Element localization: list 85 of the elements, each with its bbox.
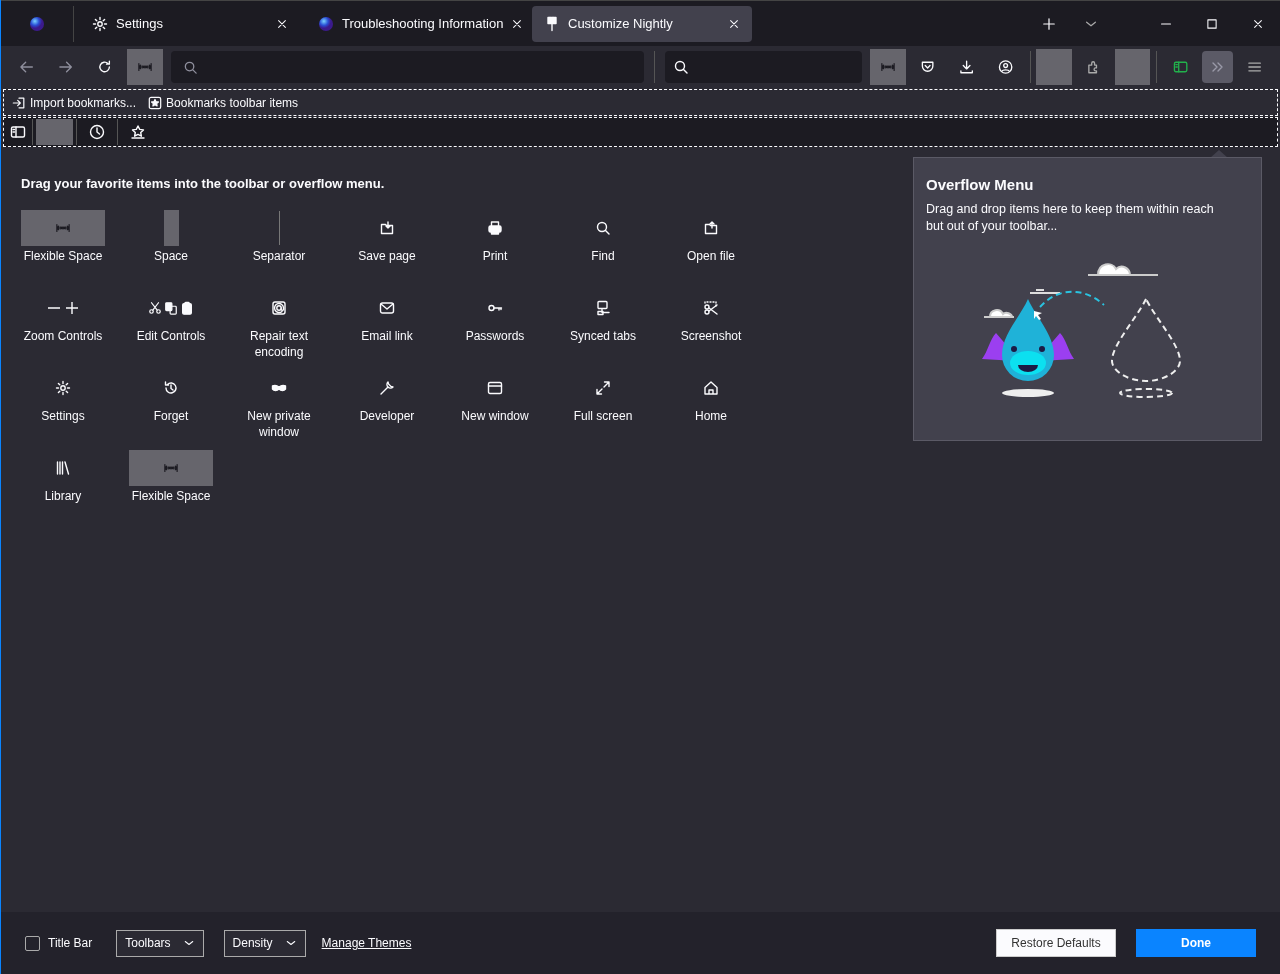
palette-item[interactable]: Full screen: [549, 369, 657, 450]
search-icon: [182, 59, 198, 75]
reload-icon[interactable]: [97, 59, 113, 75]
encoding-icon: [271, 299, 287, 316]
gear-icon: [55, 379, 71, 396]
palette-item[interactable]: Space: [117, 209, 225, 290]
palette-item[interactable]: Repair text encoding: [225, 289, 333, 370]
palette-item[interactable]: Passwords: [441, 289, 549, 370]
palette-item[interactable]: Screenshot: [657, 289, 765, 370]
search-icon: [595, 219, 611, 236]
gear-icon: [92, 15, 108, 32]
download-icon[interactable]: [959, 59, 975, 75]
instructions-heading: Drag your favorite items into the toolbar or overflow menu.: [21, 175, 385, 193]
printer-icon: [487, 219, 503, 236]
toolbar-placeholder: [1114, 49, 1151, 85]
space-placeholder: [163, 209, 179, 246]
close-icon[interactable]: [728, 17, 740, 30]
palette-item[interactable]: Library: [9, 449, 117, 530]
close-icon[interactable]: [511, 17, 524, 30]
manage-themes-link[interactable]: Manage Themes: [321, 934, 412, 952]
synced-tabs-icon: [595, 299, 611, 316]
close-icon[interactable]: [1252, 17, 1264, 30]
copy-icon: [164, 300, 178, 315]
bookmark-item[interactable]: Bookmarks toolbar items: [166, 93, 299, 112]
panel-title: Overflow Menu: [926, 175, 1035, 195]
checkbox-label: Title Bar: [48, 935, 93, 952]
folder-icon: [703, 219, 719, 236]
palette-item[interactable]: Flexible Space: [117, 449, 225, 530]
palette-item[interactable]: Print: [441, 209, 549, 290]
clipboard-icon: [180, 300, 194, 315]
back-icon[interactable]: [19, 59, 35, 75]
done-button[interactable]: Done: [1136, 929, 1256, 957]
palette-item[interactable]: Settings: [9, 369, 117, 450]
globe-icon: [29, 15, 45, 32]
account-icon[interactable]: [998, 59, 1014, 75]
pocket-icon[interactable]: [919, 59, 936, 75]
dropdown[interactable]: Density: [223, 929, 306, 957]
palette-item[interactable]: Email link: [333, 289, 441, 370]
save-icon: [379, 219, 395, 236]
paintbrush-icon: [544, 15, 560, 32]
window-icon: [487, 379, 503, 396]
new-tab-icon[interactable]: [1042, 16, 1056, 31]
wrench-icon: [379, 379, 395, 396]
globe-icon: [318, 15, 334, 32]
palette-item[interactable]: Synced tabs: [549, 289, 657, 370]
import-icon: [12, 95, 26, 110]
palette-item[interactable]: Home: [657, 369, 765, 450]
history-icon[interactable]: [89, 124, 105, 140]
dropdown[interactable]: Toolbars: [116, 929, 204, 957]
home-icon: [703, 379, 719, 396]
close-icon[interactable]: [276, 17, 288, 30]
star-icon: [148, 95, 163, 110]
bookmark-star-icon[interactable]: [130, 124, 146, 140]
toolbar-placeholder: [36, 119, 73, 145]
tab[interactable]: Customize Nightly: [532, 5, 752, 42]
tab[interactable]: Settings: [80, 5, 300, 42]
panel-description: Drag and drop items here to keep them within reach but out of your toolbar...: [926, 200, 1215, 235]
palette-item[interactable]: Save page: [333, 209, 441, 290]
palette-item[interactable]: Edit Controls: [117, 289, 225, 370]
palette-item[interactable]: Flexible Space: [9, 209, 117, 290]
forward-icon[interactable]: [58, 59, 74, 75]
scissors-icon: [703, 299, 719, 316]
bookmark-item[interactable]: Import bookmarks...: [30, 93, 137, 112]
palette-item[interactable]: Open file: [657, 209, 765, 290]
checkbox[interactable]: [25, 935, 40, 951]
zoom-controls-icon: [47, 300, 79, 315]
palette-item[interactable]: Zoom Controls: [9, 289, 117, 370]
restore-defaults-button[interactable]: Restore Defaults: [996, 929, 1116, 957]
library-icon: [55, 459, 71, 476]
separator-line: [278, 210, 280, 245]
palette-item[interactable]: Forget: [117, 369, 225, 450]
palette-item[interactable]: New private window: [225, 369, 333, 450]
palette-item[interactable]: Developer: [333, 369, 441, 450]
sidebar-icon[interactable]: [10, 124, 26, 140]
tab[interactable]: Troubleshooting Information: [306, 5, 526, 42]
palette-item[interactable]: New window: [441, 369, 549, 450]
expand-icon: [595, 379, 611, 396]
envelope-icon: [379, 299, 395, 316]
palette-item[interactable]: Find: [549, 209, 657, 290]
scissors-icon: [148, 300, 162, 315]
history-icon: [163, 379, 179, 396]
maximize-icon[interactable]: [1206, 17, 1218, 30]
search-icon: [672, 59, 689, 75]
toolbar-placeholder: [1036, 49, 1072, 85]
palette-item[interactable]: Separator: [225, 209, 333, 290]
